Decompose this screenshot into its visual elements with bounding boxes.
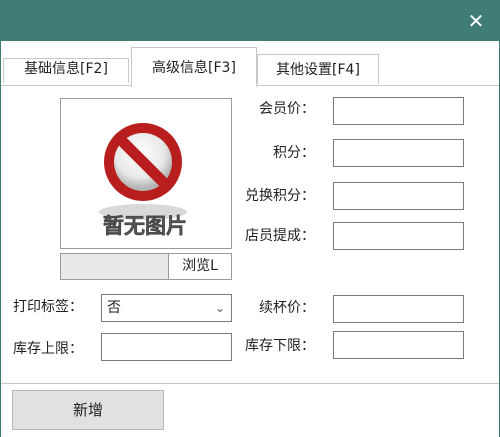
print-label-label: 打印标签： [13, 299, 83, 315]
image-path-field: 浏览L [60, 253, 232, 280]
advanced-info-panel: 暂无图片 浏览L 会员价： 积分： 兑换积分： 店员提成： 打印标签： 否 ⌄ … [1, 85, 499, 384]
tab-basic-info[interactable]: 基础信息[F2] [3, 58, 129, 83]
no-image-text: 暂无图片 [103, 214, 187, 238]
stock-lower-input[interactable] [333, 331, 464, 359]
footer-bar: 新增 [1, 383, 499, 437]
title-bar: ✕ [1, 1, 499, 41]
close-icon[interactable]: ✕ [461, 6, 491, 36]
chevron-down-icon: ⌄ [214, 301, 225, 315]
member-price-label: 会员价： [259, 101, 315, 117]
no-image-icon: 暂无图片 [99, 123, 187, 238]
redeem-points-label: 兑换积分： [245, 188, 315, 204]
browse-button[interactable]: 浏览L [168, 254, 231, 279]
points-input[interactable] [333, 139, 464, 167]
points-label: 积分： [273, 145, 315, 161]
member-price-input[interactable] [333, 97, 464, 125]
print-label-value: 否 [107, 300, 121, 316]
stock-upper-input[interactable] [101, 333, 232, 361]
stock-lower-label: 库存下限： [245, 338, 315, 354]
staff-commission-input[interactable] [333, 222, 464, 250]
tab-advanced-info[interactable]: 高级信息[F3] [131, 47, 257, 87]
print-label-select[interactable]: 否 ⌄ [101, 294, 232, 322]
add-button[interactable]: 新增 [12, 390, 164, 430]
dialog-window: ✕ 基础信息[F2] 高级信息[F3] 其他设置[F4] 暂无图片 浏览L 会员… [0, 0, 500, 437]
refill-price-input[interactable] [333, 295, 464, 323]
product-image-box: 暂无图片 [60, 98, 232, 249]
refill-price-label: 续杯价： [259, 300, 315, 316]
tab-strip: 基础信息[F2] 高级信息[F3] 其他设置[F4] [1, 41, 499, 87]
staff-commission-label: 店员提成： [245, 228, 315, 244]
stock-upper-label: 库存上限： [13, 341, 83, 357]
tab-other-settings[interactable]: 其他设置[F4] [257, 54, 379, 84]
redeem-points-input[interactable] [333, 182, 464, 210]
